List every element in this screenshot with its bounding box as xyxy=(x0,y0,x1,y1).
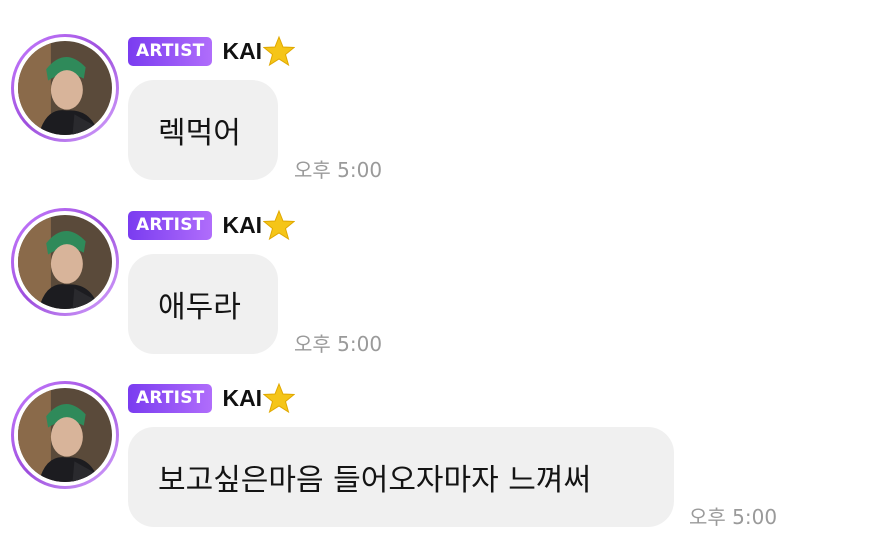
message-header: ARTIST KAI xyxy=(128,35,296,67)
message-time: 오후 5:00 xyxy=(294,158,383,182)
avatar[interactable] xyxy=(11,34,119,142)
avatar-portrait xyxy=(18,41,112,135)
artist-badge: ARTIST xyxy=(128,36,213,66)
chat-message: ARTIST KAI 보고싶은마음 들어오자마자 느껴써 오후 5:00 xyxy=(0,381,893,544)
avatar[interactable] xyxy=(11,208,119,316)
chat-message: ARTIST KAI 렉먹어 오후 5:00 xyxy=(0,34,893,208)
avatar-portrait xyxy=(18,215,112,309)
avatar-image xyxy=(14,211,116,313)
sender-name[interactable]: KAI xyxy=(222,212,262,239)
avatar-portrait xyxy=(18,388,112,482)
sender-name[interactable]: KAI xyxy=(222,38,262,65)
message-header: ARTIST KAI xyxy=(128,382,296,414)
message-bubble[interactable]: 렉먹어 xyxy=(128,80,278,180)
avatar[interactable] xyxy=(11,381,119,489)
chat-message: ARTIST KAI 애두라 오후 5:00 xyxy=(0,208,893,382)
artist-badge: ARTIST xyxy=(128,383,213,413)
sender-name[interactable]: KAI xyxy=(222,385,262,412)
avatar-image xyxy=(14,384,116,486)
message-header: ARTIST KAI xyxy=(128,209,296,241)
message-time: 오후 5:00 xyxy=(689,505,778,529)
star-icon xyxy=(263,382,296,414)
artist-badge: ARTIST xyxy=(128,210,213,240)
message-time: 오후 5:00 xyxy=(294,332,383,356)
star-icon xyxy=(263,209,296,241)
star-icon xyxy=(263,35,296,67)
avatar-image xyxy=(14,37,116,139)
message-bubble[interactable]: 보고싶은마음 들어오자마자 느껴써 xyxy=(128,427,674,527)
message-bubble[interactable]: 애두라 xyxy=(128,254,278,354)
chat-log: ARTIST KAI 렉먹어 오후 5:00 ARTIST KAI 애두라 오후… xyxy=(0,0,893,544)
